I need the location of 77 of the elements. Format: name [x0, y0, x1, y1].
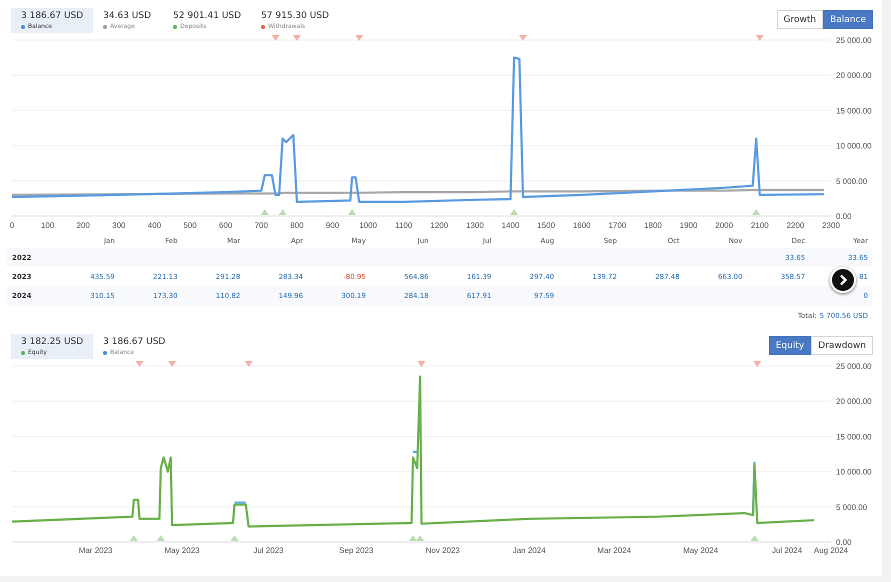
triangle-marker	[752, 209, 760, 215]
triangle-marker	[510, 209, 518, 215]
axis-label: 10 000.00	[836, 468, 872, 477]
axis-label: 700	[254, 221, 268, 230]
stat-value: 52 901.41 USD	[173, 11, 242, 22]
toggle-button[interactable]: Growth	[776, 10, 824, 29]
axis-label: 1100	[395, 221, 412, 230]
axis-label: 0	[10, 221, 14, 230]
axis-label: 1500	[537, 221, 556, 230]
axis-label: May 2024	[683, 546, 718, 555]
axis-label: 25 000.00	[836, 36, 872, 45]
triangle-marker	[130, 535, 138, 541]
axis-label: 100	[40, 221, 54, 230]
axis-label: 20 000.00	[836, 71, 872, 80]
triangle-marker	[272, 35, 280, 41]
axis-label: May 2023	[164, 546, 200, 555]
triangle-marker	[753, 361, 762, 367]
axis-label: 1900	[680, 221, 698, 230]
stat-value: 57 915.30 USD	[261, 11, 329, 22]
axis-label: 400	[148, 221, 162, 230]
stat-value: 3 186.67 USD	[103, 337, 166, 348]
triangle-marker	[348, 209, 356, 215]
axis-label: 900	[326, 221, 340, 230]
axis-label: 25 000.00	[836, 362, 872, 371]
axis-label: Jul 2024	[772, 546, 802, 555]
axis-label: 1200	[430, 221, 448, 230]
axis-label: Jan 2024	[512, 546, 546, 555]
chevron-right-icon	[837, 274, 849, 286]
axis-label: 1300	[466, 221, 484, 230]
axis-label: 2200	[786, 221, 804, 230]
triangle-marker	[156, 535, 165, 541]
axis-label: 2000	[715, 221, 734, 230]
axis-label: Mar 2023	[78, 546, 112, 555]
axis-label: 1400	[502, 221, 520, 230]
axis-label: 500	[183, 221, 197, 230]
triangle-marker	[756, 35, 764, 41]
stat-value: 3 182.25 USD	[21, 337, 84, 348]
axis-label: 200	[76, 221, 90, 230]
toggle-button[interactable]: Equity	[768, 336, 812, 355]
next-button[interactable]	[830, 267, 856, 293]
axis-label: Mar 2024	[597, 546, 632, 555]
toggle-button[interactable]: Drawdown	[811, 336, 873, 355]
triangle-marker	[292, 35, 301, 41]
triangle-marker	[355, 35, 364, 41]
toggle-button[interactable]: Balance	[823, 10, 873, 29]
axis-label: 1800	[644, 221, 662, 230]
axis-label: 0.00	[836, 212, 852, 221]
axis-label: 600	[218, 221, 232, 230]
axis-label: 2100	[750, 221, 769, 230]
axis-label: Nov 2023	[426, 546, 460, 555]
axis-label: Aug 2024	[814, 546, 848, 555]
axis-label: Jul 2023	[253, 546, 284, 555]
axis-label: 15 000.00	[836, 106, 872, 116]
axis-label: 10 000.00	[836, 142, 872, 151]
axis-label: Sep 2023	[339, 546, 374, 555]
triangle-marker	[278, 209, 287, 215]
triangle-marker	[230, 535, 238, 541]
axis-label: 300	[112, 221, 126, 230]
triangle-marker	[418, 361, 426, 367]
axis-label: 5 000.00	[836, 502, 868, 512]
axis-label: 1000	[359, 221, 377, 230]
axis-label: 1700	[608, 221, 626, 230]
triangle-marker	[136, 361, 144, 367]
stat-value: 3 186.67 USD	[21, 11, 84, 22]
axis-label: 800	[290, 221, 304, 230]
triangle-marker	[244, 361, 253, 367]
axis-label: 20 000.00	[836, 397, 872, 406]
axis-label: 2300	[822, 221, 840, 230]
triangle-marker	[260, 209, 269, 215]
axis-label: 0.00	[836, 538, 852, 547]
axis-label: 5 000.00	[836, 176, 868, 186]
triangle-marker	[518, 35, 527, 41]
axis-label: 15 000.00	[836, 432, 872, 442]
triangle-marker	[750, 535, 758, 541]
triangle-marker	[168, 361, 176, 367]
stat-value: 34.63 USD	[103, 11, 152, 22]
axis-label: 1600	[572, 221, 591, 230]
